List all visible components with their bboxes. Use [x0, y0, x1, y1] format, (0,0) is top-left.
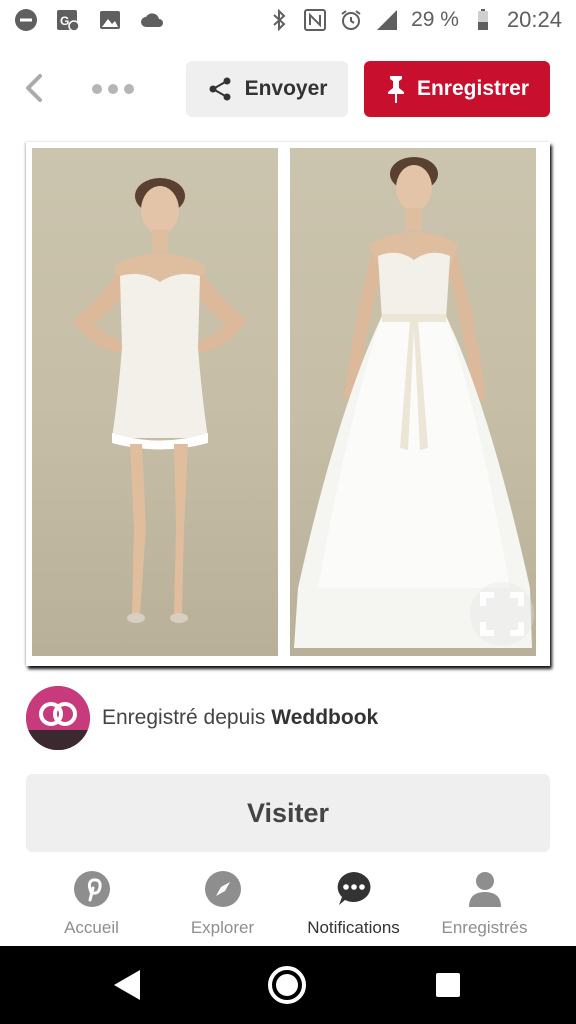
bluetooth-icon — [273, 8, 286, 32]
do-not-disturb-icon — [15, 9, 37, 31]
nav-home-icon[interactable] — [268, 966, 306, 1004]
tab-saved-label: Enregistrés — [441, 918, 528, 937]
clock: 20:24 — [506, 7, 562, 32]
expand-image-button[interactable] — [470, 582, 534, 646]
pin-image[interactable] — [26, 142, 550, 666]
weddbook-avatar[interactable] — [26, 686, 90, 750]
save-button[interactable]: Enregistrer — [364, 61, 550, 117]
more-dot-icon — [108, 84, 118, 94]
visit-button[interactable]: Visiter — [26, 774, 550, 852]
tab-notifications-label: Notifications — [307, 918, 400, 937]
chat-bubble-icon — [337, 872, 370, 905]
bottom-tab-bar: Accueil Explorer Notifications Enregistr… — [0, 866, 576, 946]
maps-icon: G — [57, 10, 80, 32]
more-dot-icon — [124, 84, 134, 94]
nav-back-icon[interactable] — [112, 968, 142, 1002]
more-dot-icon — [92, 84, 102, 94]
source-name[interactable]: Weddbook — [271, 706, 378, 729]
nfc-icon — [304, 9, 327, 31]
tab-notifications[interactable]: Notifications — [288, 866, 419, 946]
system-nav-bar — [0, 946, 576, 1024]
tab-explore[interactable]: Explorer — [157, 866, 288, 946]
source-prefix: Enregistré depuis — [102, 706, 272, 729]
pin-source[interactable]: Enregistré depuis Weddbook — [26, 686, 550, 750]
tab-explore-label: Explorer — [190, 918, 255, 937]
tab-home-label: Accueil — [64, 918, 119, 937]
nav-recents-icon[interactable] — [436, 973, 460, 997]
fullscreen-icon — [480, 592, 524, 636]
send-button-label: Envoyer — [244, 77, 328, 100]
alarm-icon — [341, 10, 361, 30]
more-options-button[interactable] — [92, 76, 140, 102]
pin-toolbar: Envoyer Enregistrer — [0, 56, 576, 122]
tab-saved[interactable]: Enregistrés — [419, 866, 550, 946]
compass-icon — [204, 871, 241, 907]
wedding-rings-icon — [26, 686, 90, 750]
pin-icon — [387, 76, 404, 103]
share-icon — [209, 77, 231, 101]
cloud-icon — [141, 13, 163, 27]
save-button-label: Enregistrer — [416, 77, 530, 100]
source-caption: Enregistré depuis Weddbook — [102, 706, 378, 730]
status-bar: G 29 % 20:24 — [0, 0, 576, 40]
long-dress-photo — [290, 148, 536, 656]
profile-icon — [468, 872, 501, 907]
battery-icon — [477, 9, 488, 30]
gallery-icon — [100, 11, 120, 29]
battery-percent: 29 % — [411, 8, 459, 31]
svg-text:G: G — [60, 14, 69, 28]
back-arrow-icon[interactable] — [18, 70, 54, 106]
send-button[interactable]: Envoyer — [186, 61, 348, 117]
signal-icon — [377, 10, 398, 30]
tab-home[interactable]: Accueil — [26, 866, 157, 946]
visit-button-label: Visiter — [246, 797, 330, 828]
short-dress-photo — [32, 148, 278, 656]
pinterest-icon — [73, 871, 110, 907]
